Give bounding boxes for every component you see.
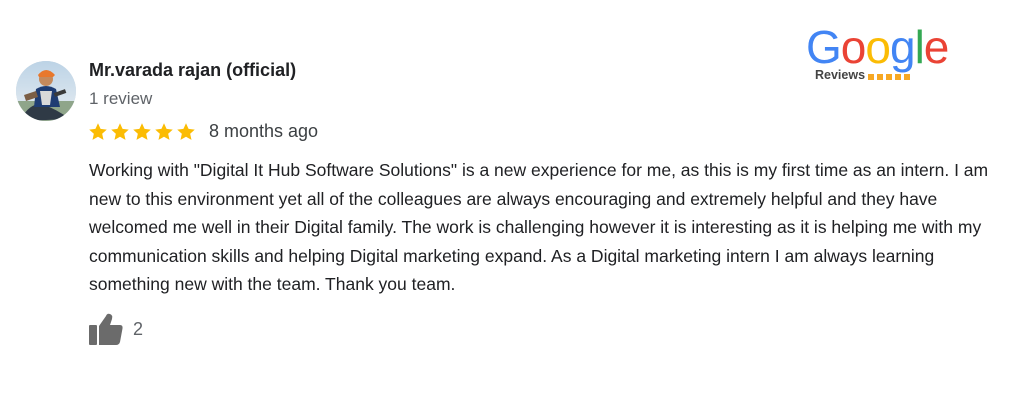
mini-star-icon [904, 74, 911, 80]
review-card: Mr.varada rajan (official) 1 review 8 mo… [0, 0, 1024, 418]
google-logo-letter: o [865, 21, 891, 73]
google-logo-letter: G [806, 21, 842, 73]
star-icon [111, 122, 129, 140]
review-body: Working with "Digital It Hub Software So… [89, 160, 989, 295]
review-time: 8 months ago [209, 121, 319, 141]
mini-star-icon [868, 74, 875, 80]
reviewer-avatar[interactable] [16, 61, 76, 121]
google-logo-letter: g [889, 21, 916, 73]
like-count: 2 [133, 318, 144, 339]
reviewer-name[interactable]: Mr.varada rajan (official) [89, 60, 296, 81]
thumbs-up-icon[interactable] [88, 312, 124, 346]
star-icon [177, 122, 195, 140]
google-logo: Google [806, 21, 950, 73]
mini-star-icon [895, 74, 902, 80]
badge-mini-stars [868, 74, 911, 80]
star-icon [133, 122, 151, 140]
badge-subtitle-row: Reviews [815, 68, 911, 82]
mini-star-icon [886, 74, 893, 80]
google-logo-letter: l [914, 21, 925, 73]
like-row: 2 [88, 312, 143, 346]
mini-star-icon [877, 74, 884, 80]
google-reviews-badge: Google Reviews [806, 22, 956, 88]
star-icon [89, 122, 107, 140]
star-icon [155, 122, 173, 140]
user-photo-avatar-icon [16, 61, 76, 121]
google-logo-letter: e [923, 21, 950, 73]
google-logo-letter: o [840, 21, 867, 73]
badge-subtitle: Reviews [815, 68, 866, 82]
star-rating [88, 122, 196, 142]
reviewer-review-count: 1 review [89, 89, 153, 108]
rating-row: 8 months ago [88, 121, 318, 142]
